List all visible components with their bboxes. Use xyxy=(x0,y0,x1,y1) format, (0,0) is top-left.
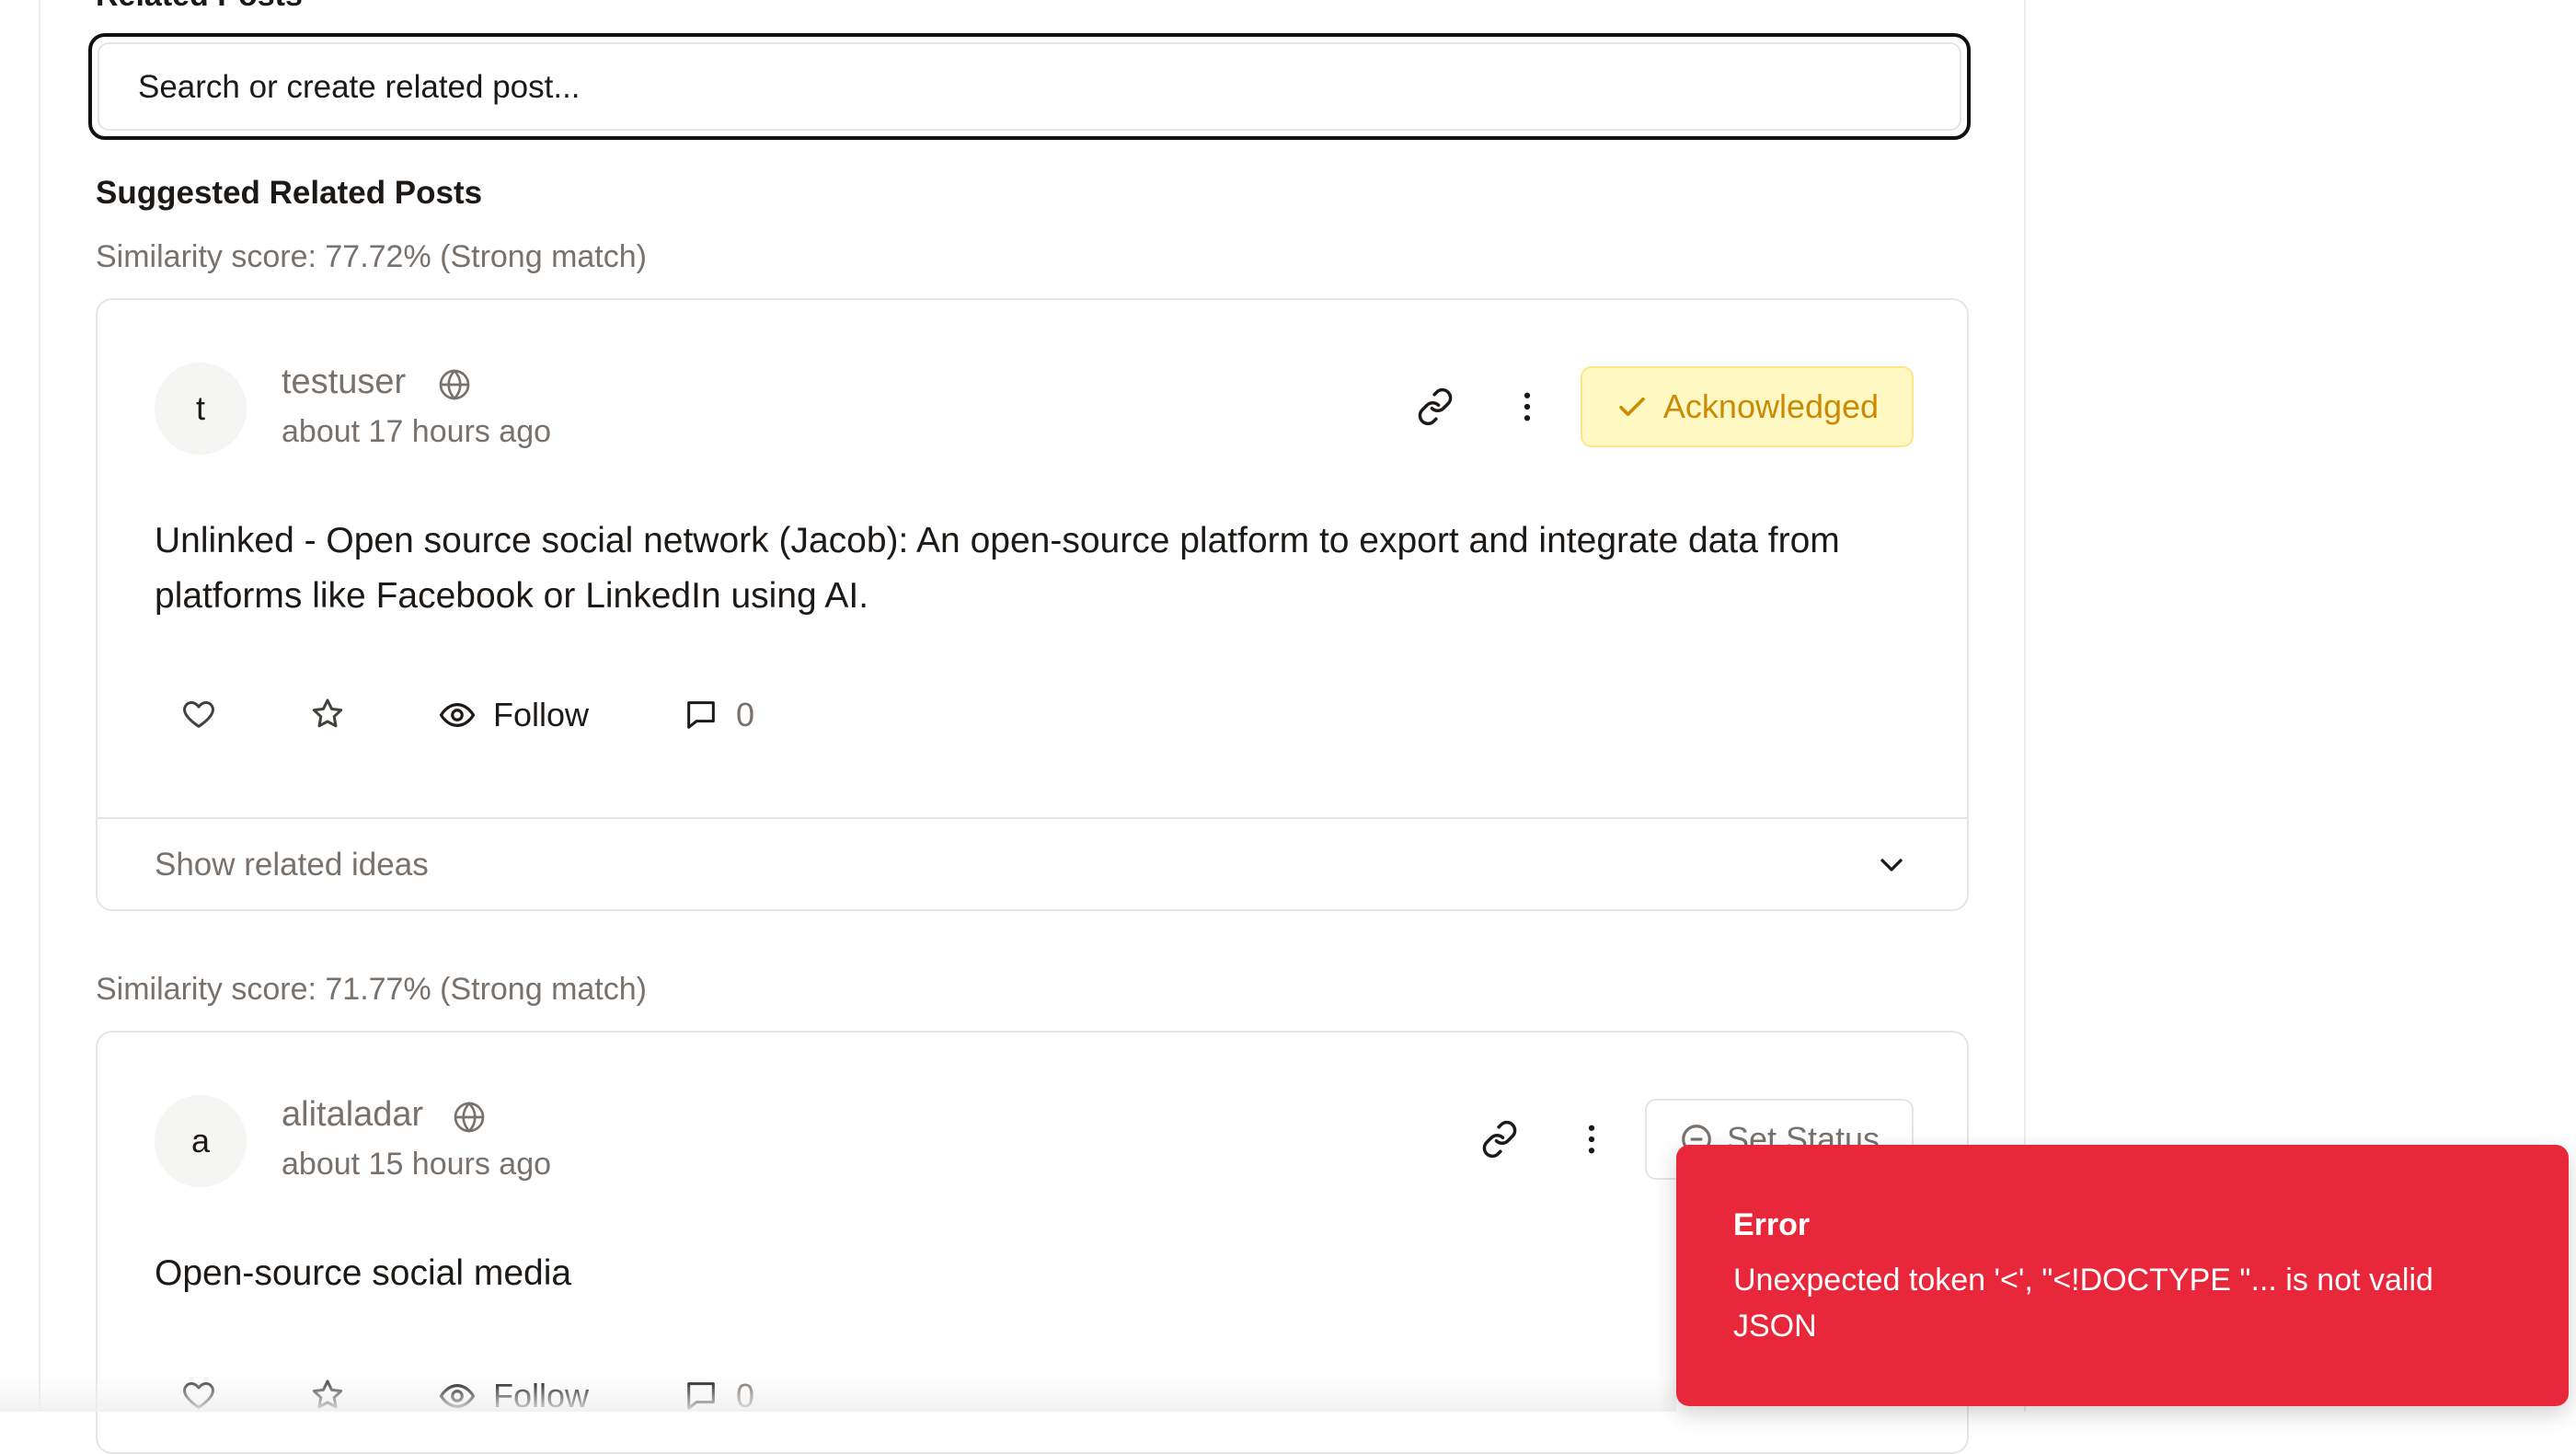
similarity-score: Similarity score: 71.77% (Strong match) xyxy=(96,972,647,1007)
follow-label: Follow xyxy=(493,1377,590,1414)
chevron-down-icon[interactable] xyxy=(1873,847,1910,883)
follow-button[interactable]: Follow xyxy=(438,696,589,734)
like-button[interactable] xyxy=(180,1377,217,1414)
post-timestamp: about 15 hours ago xyxy=(282,1147,552,1182)
copy-link-button[interactable] xyxy=(1411,383,1459,431)
avatar[interactable]: t xyxy=(155,363,247,455)
post-card: t testuser about 17 hours ago Acknowledg… xyxy=(96,298,1969,911)
globe-icon xyxy=(451,1099,488,1136)
error-toast[interactable]: Error Unexpected token '<', "<!DOCTYPE "… xyxy=(1676,1145,2569,1406)
more-options-button[interactable] xyxy=(1503,383,1551,431)
star-icon xyxy=(309,1377,346,1414)
post-body: Open-source social media xyxy=(155,1253,572,1293)
search-field-inner xyxy=(98,42,1961,131)
related-posts-heading: Related Posts xyxy=(96,0,303,14)
more-vertical-icon xyxy=(1508,387,1547,426)
copy-link-button[interactable] xyxy=(1476,1115,1524,1163)
related-post-search[interactable] xyxy=(88,33,1971,140)
post-body: Unlinked - Open source social network (J… xyxy=(155,521,1840,616)
comment-count: 0 xyxy=(736,1377,755,1414)
post-author[interactable]: testuser xyxy=(282,363,406,402)
more-options-button[interactable] xyxy=(1568,1115,1616,1163)
comment-icon xyxy=(683,1378,719,1414)
card-divider xyxy=(98,817,1967,819)
eye-icon xyxy=(438,1377,477,1415)
status-label: Acknowledged xyxy=(1662,387,1880,425)
heart-icon xyxy=(180,696,217,733)
comments-button[interactable]: 0 xyxy=(683,696,754,734)
post-author[interactable]: alitaladar xyxy=(282,1095,423,1135)
search-input[interactable] xyxy=(136,44,1888,131)
similarity-score: Similarity score: 77.72% (Strong match) xyxy=(96,239,647,274)
comments-button[interactable]: 0 xyxy=(683,1377,754,1415)
favorite-button[interactable] xyxy=(309,1377,346,1414)
page-left-border xyxy=(39,0,40,1412)
more-vertical-icon xyxy=(1572,1120,1611,1159)
link-icon xyxy=(1416,387,1455,426)
globe-icon xyxy=(436,366,473,403)
suggested-related-posts-heading: Suggested Related Posts xyxy=(96,175,483,211)
comment-count: 0 xyxy=(736,696,755,733)
follow-button[interactable]: Follow xyxy=(438,1377,589,1415)
link-icon xyxy=(1480,1120,1519,1159)
avatar[interactable]: a xyxy=(155,1095,247,1187)
eye-icon xyxy=(438,696,477,734)
star-icon xyxy=(309,696,346,733)
follow-label: Follow xyxy=(493,696,590,733)
comment-icon xyxy=(683,697,719,733)
check-icon xyxy=(1616,390,1649,423)
show-related-ideas-toggle[interactable]: Show related ideas xyxy=(155,847,429,883)
status-button[interactable]: Acknowledged xyxy=(1581,366,1914,447)
favorite-button[interactable] xyxy=(309,696,346,733)
toast-title: Error xyxy=(1733,1207,1811,1242)
like-button[interactable] xyxy=(180,696,217,733)
toast-message: Unexpected token '<', "<!DOCTYPE "... is… xyxy=(1733,1263,2433,1344)
heart-icon xyxy=(180,1377,217,1414)
post-timestamp: about 17 hours ago xyxy=(282,414,552,449)
